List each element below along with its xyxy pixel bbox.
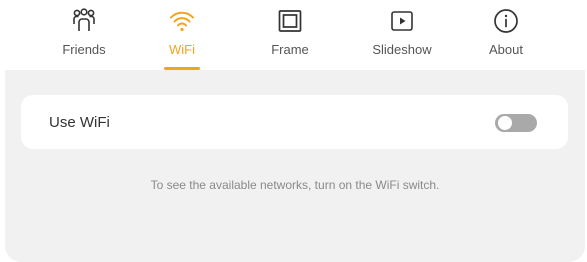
tab-label: About xyxy=(489,42,523,57)
wifi-icon xyxy=(169,8,195,34)
friends-icon xyxy=(71,8,97,34)
tab-slideshow[interactable]: Slideshow xyxy=(357,8,447,68)
tab-label: Friends xyxy=(62,42,106,57)
tab-label: Frame xyxy=(271,42,309,57)
tab-friends[interactable]: Friends xyxy=(39,8,129,68)
toggle-knob xyxy=(498,116,512,130)
tab-label: WiFi xyxy=(169,42,195,57)
tab-about[interactable]: About xyxy=(461,8,551,68)
tab-bar: Friends WiFi Frame Slideshow About xyxy=(0,0,587,70)
wifi-hint-text: To see the available networks, turn on t… xyxy=(150,178,440,192)
tab-wifi[interactable]: WiFi xyxy=(137,8,227,70)
wifi-toggle[interactable] xyxy=(495,114,537,132)
frame-icon xyxy=(277,8,303,34)
wifi-settings-panel: Use WiFi To see the available networks, … xyxy=(5,70,585,262)
use-wifi-label: Use WiFi xyxy=(49,114,110,131)
settings-window: Friends WiFi Frame Slideshow About Use W… xyxy=(0,0,587,262)
use-wifi-row: Use WiFi xyxy=(21,95,568,149)
slideshow-icon xyxy=(389,8,415,34)
info-icon xyxy=(493,8,519,34)
tab-label: Slideshow xyxy=(372,42,432,57)
tab-frame[interactable]: Frame xyxy=(245,8,335,68)
